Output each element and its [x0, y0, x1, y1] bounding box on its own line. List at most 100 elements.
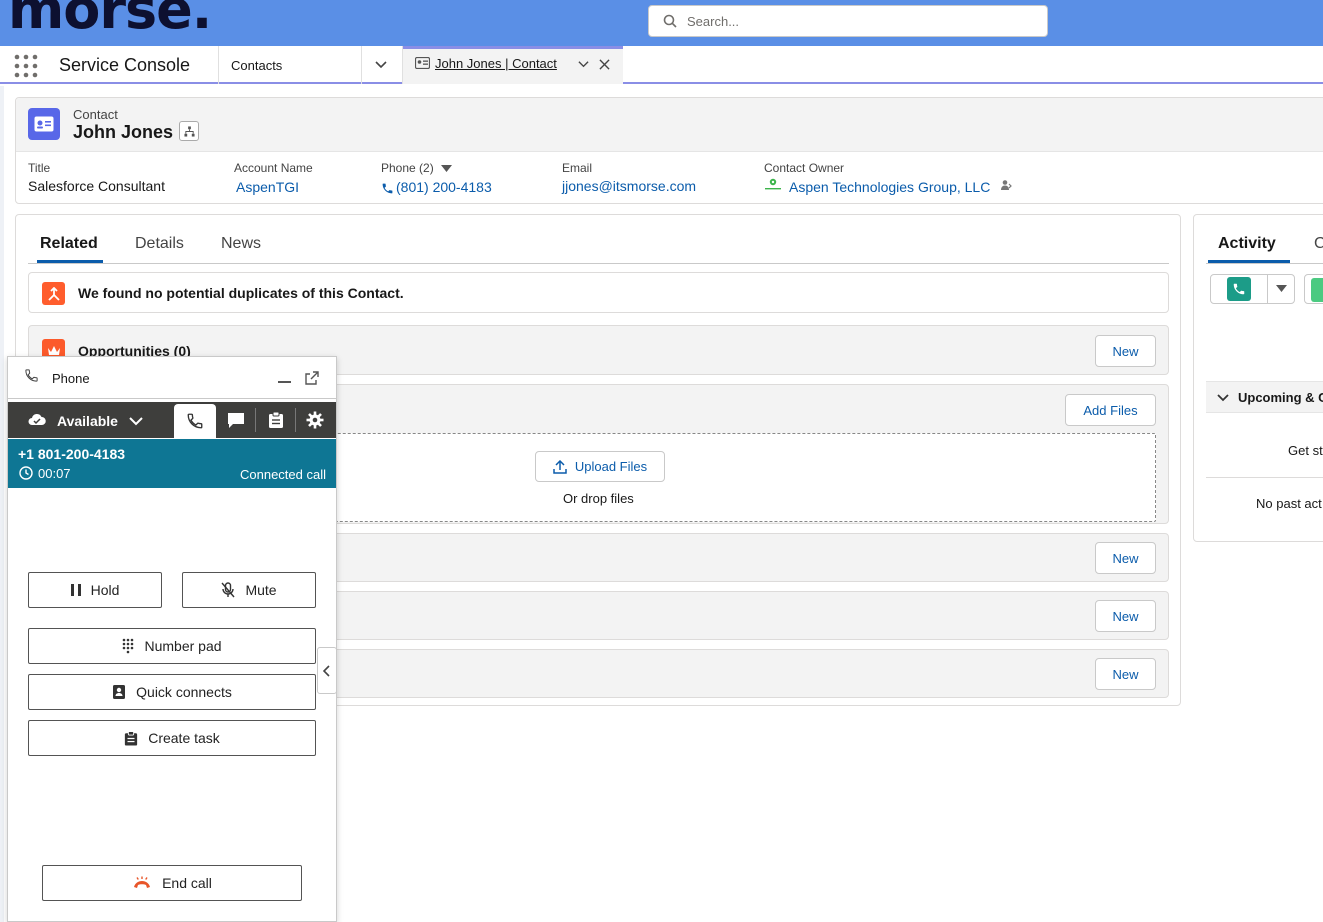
add-files-button[interactable]: Add Files — [1065, 394, 1156, 426]
clock-icon — [19, 466, 33, 480]
tab-activity[interactable]: Activity — [1218, 235, 1276, 253]
record-name: John Jones — [73, 122, 174, 142]
quick-connects-label: Quick connects — [136, 684, 232, 700]
drop-files-text: Or drop files — [563, 491, 634, 506]
phone-link[interactable]: (801) 200-4183 — [396, 179, 492, 195]
new-opportunity-button[interactable]: New — [1095, 335, 1156, 367]
phone-utility-panel: Phone Available +1 801-200-4183 00:07 Co… — [7, 356, 337, 922]
agent-status-icon — [28, 413, 46, 430]
tab-chatter[interactable]: C — [1314, 235, 1323, 253]
account-link[interactable]: AspenTGI — [236, 179, 299, 195]
duplicates-message: We found no potential duplicates of this… — [78, 285, 404, 301]
number-pad-button[interactable]: Number pad — [28, 628, 316, 664]
new-button[interactable]: New — [1095, 600, 1156, 632]
merge-icon — [42, 282, 65, 305]
phone-icon — [187, 413, 203, 429]
left-edge — [0, 86, 4, 922]
end-call-label: End call — [162, 875, 212, 891]
global-search-input[interactable]: Search... — [648, 5, 1048, 37]
tab-related[interactable]: Related — [40, 235, 98, 253]
email-link[interactable]: jjones@itsmorse.com — [562, 178, 696, 194]
upcoming-label: Upcoming & C — [1238, 390, 1323, 405]
end-call-button[interactable]: End call — [42, 865, 302, 901]
chevron-down-icon[interactable] — [374, 58, 388, 75]
record-highlights-panel: Contact John Jones Title Salesforce Cons… — [15, 97, 1323, 204]
gear-icon[interactable] — [306, 411, 324, 429]
tab-news[interactable]: News — [221, 235, 261, 253]
chat-icon[interactable] — [227, 412, 245, 429]
app-launcher-icon[interactable] — [14, 54, 38, 81]
object-tab-contacts[interactable]: Contacts — [231, 58, 282, 73]
hold-label: Hold — [90, 582, 120, 598]
object-label: Contact — [73, 107, 118, 122]
phone-panel-title: Phone — [52, 371, 90, 386]
field-label-email: Email — [562, 161, 593, 175]
hold-button[interactable]: Hold — [28, 572, 162, 608]
pause-icon — [70, 584, 81, 596]
brand-logo: morse. — [8, 0, 212, 41]
contact-record-icon — [28, 108, 60, 140]
ccp-phone-tab[interactable] — [174, 404, 216, 438]
duplicates-alert: We found no potential duplicates of this… — [28, 272, 1169, 313]
upload-files-button[interactable]: Upload Files — [535, 451, 665, 482]
tab-details[interactable]: Details — [135, 235, 184, 253]
clipboard-icon[interactable] — [268, 411, 284, 429]
owner-avatar — [764, 178, 782, 192]
record-tab-label: John Jones | Contact — [435, 56, 557, 71]
mic-off-icon — [221, 582, 235, 598]
phone-icon — [25, 369, 38, 382]
chevron-left-icon — [323, 664, 330, 677]
create-task-button[interactable]: Create task — [28, 720, 316, 756]
caller-number: +1 801-200-4183 — [18, 446, 126, 462]
chevron-down-icon — [1217, 394, 1229, 402]
address-book-icon — [113, 685, 126, 699]
mute-button[interactable]: Mute — [182, 572, 316, 608]
app-name: Service Console — [59, 55, 191, 75]
no-past-activity-text: No past act — [1256, 496, 1322, 511]
log-call-icon — [1227, 277, 1251, 301]
task-icon — [1311, 278, 1323, 302]
search-placeholder: Search... — [687, 13, 740, 29]
create-task-label: Create task — [148, 730, 220, 746]
close-icon[interactable] — [599, 59, 610, 70]
popout-icon[interactable] — [305, 371, 319, 385]
collapse-panel-handle[interactable] — [317, 647, 337, 694]
chevron-down-icon[interactable] — [129, 416, 143, 426]
clipboard-icon — [125, 730, 138, 745]
new-button[interactable]: New — [1095, 658, 1156, 690]
contact-card-icon — [415, 57, 430, 69]
hierarchy-icon[interactable] — [179, 121, 199, 141]
field-label-title: Title — [28, 161, 51, 175]
upcoming-overdue-header[interactable]: Upcoming & C — [1206, 381, 1323, 413]
call-timer: 00:07 — [38, 466, 71, 481]
call-banner: +1 801-200-4183 00:07 Connected call — [8, 439, 336, 488]
field-label-owner: Contact Owner — [764, 161, 845, 175]
new-task-button[interactable] — [1304, 274, 1323, 304]
field-label-phone: Phone (2) — [381, 161, 434, 175]
chevron-down-icon[interactable] — [578, 59, 589, 70]
end-call-icon — [134, 876, 151, 888]
change-owner-icon[interactable] — [1000, 179, 1012, 191]
log-call-button[interactable] — [1210, 274, 1268, 304]
upload-files-label: Upload Files — [574, 459, 648, 474]
agent-status[interactable]: Available — [57, 413, 118, 429]
chevron-down-icon[interactable] — [1267, 274, 1295, 304]
quick-connects-button[interactable]: Quick connects — [28, 674, 316, 710]
tab-john-jones-contact[interactable]: John Jones | Contact — [403, 46, 623, 84]
call-state: Connected call — [240, 467, 326, 482]
ccp-toolbar: Available — [8, 402, 336, 438]
phone-icon — [382, 183, 393, 194]
console-nav-bar: Service Console Contacts John Jones | Co… — [0, 46, 1323, 84]
get-started-text: Get st — [1288, 443, 1323, 458]
field-label-account: Account Name — [234, 161, 313, 175]
mute-label: Mute — [245, 582, 277, 598]
field-value-title: Salesforce Consultant — [28, 178, 165, 194]
chevron-down-icon[interactable] — [441, 165, 452, 173]
number-pad-label: Number pad — [144, 638, 222, 654]
keypad-icon — [123, 638, 134, 654]
top-header-bar: morse. Search... — [0, 0, 1323, 46]
search-icon — [663, 14, 677, 28]
owner-link[interactable]: Aspen Technologies Group, LLC — [789, 179, 990, 195]
new-button[interactable]: New — [1095, 542, 1156, 574]
minimize-icon[interactable] — [278, 381, 291, 383]
